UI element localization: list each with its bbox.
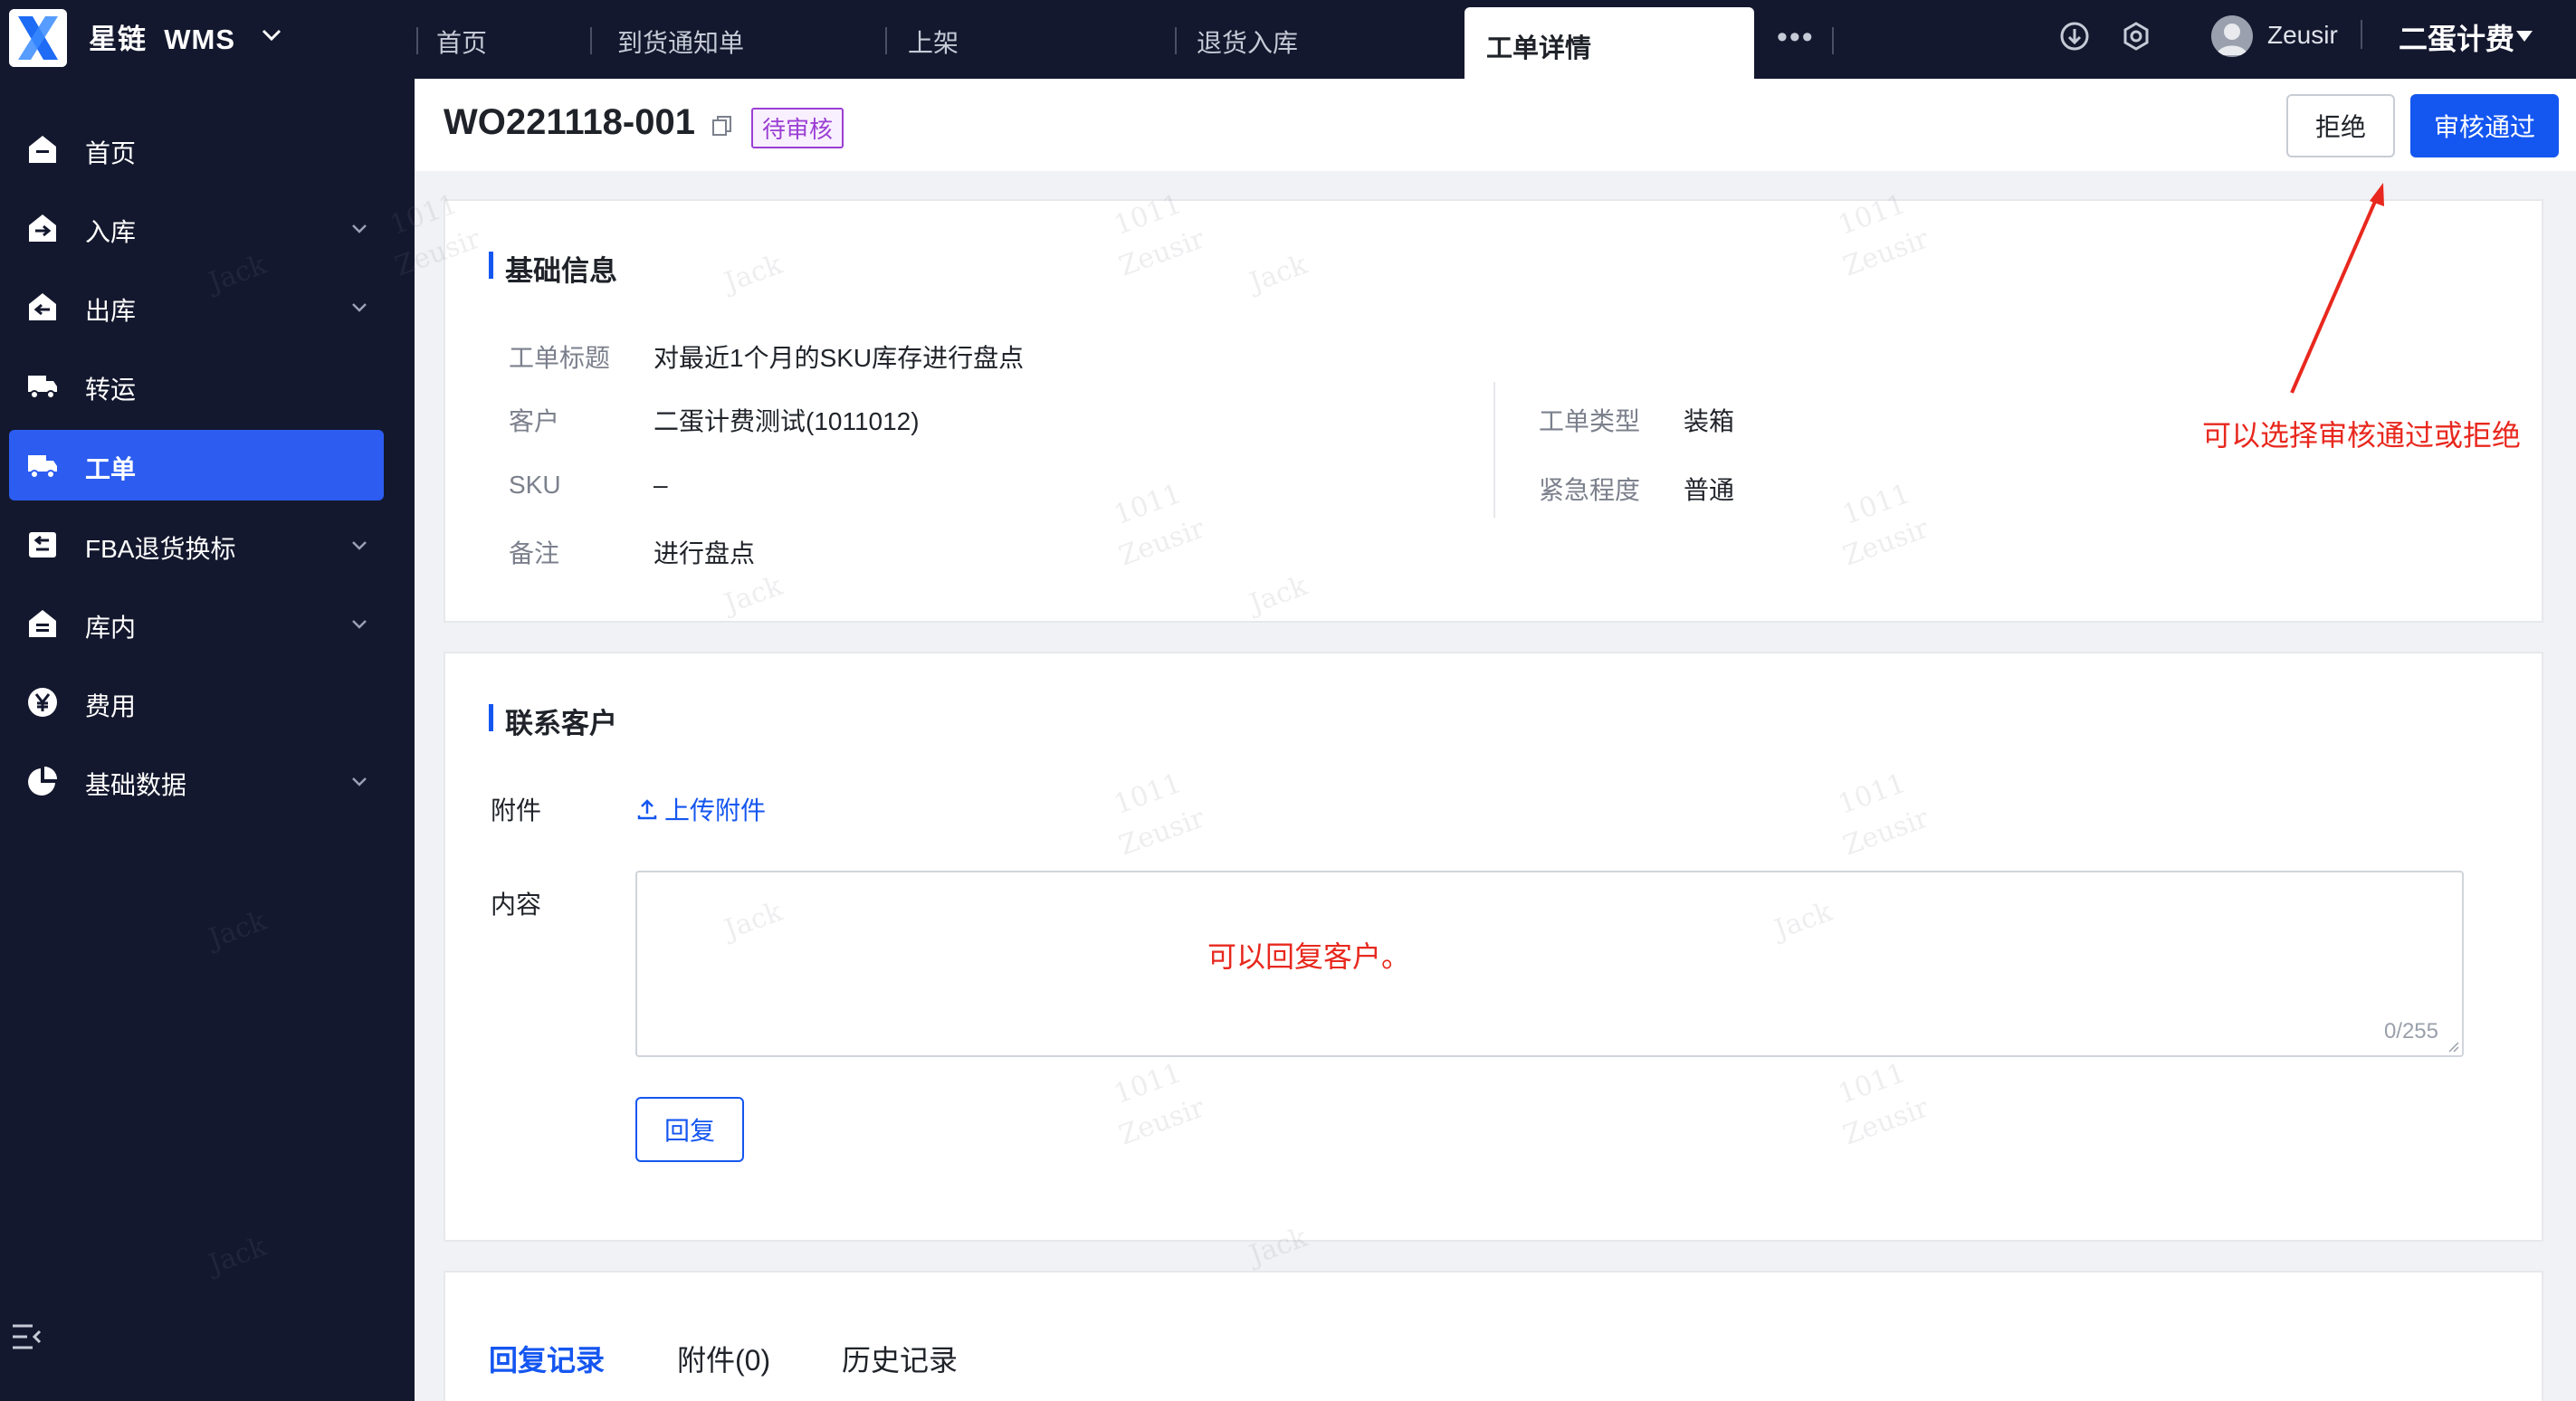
- more-tabs-button[interactable]: •••: [1777, 20, 1815, 55]
- field-value-subject: 对最近1个月的SKU库存进行盘点: [654, 344, 1025, 372]
- tab-work-order-detail-label: 工单详情: [1486, 34, 1592, 63]
- warehouse-icon: [29, 610, 56, 637]
- field-value-remark: 进行盘点: [654, 539, 756, 567]
- settings-icon[interactable]: [2120, 20, 2152, 52]
- work-order-number: WO221118-001: [444, 102, 695, 142]
- sidebar-item-work-order[interactable]: 工单: [9, 430, 384, 500]
- tab-reply-records[interactable]: 回复记录: [489, 1338, 605, 1379]
- reply-content-textarea[interactable]: 0/255: [635, 871, 2464, 1057]
- reject-button[interactable]: 拒绝: [2286, 94, 2395, 157]
- field-value-customer: 二蛋计费测试(1011012): [654, 407, 920, 435]
- tab-separator: [885, 27, 887, 54]
- tab-return-inbound[interactable]: 退货入库: [1197, 24, 1298, 60]
- sidebar-item-label: FBA退货换标: [85, 535, 236, 563]
- field-value-sku: –: [654, 471, 668, 499]
- sidebar-item-label: 基础数据: [85, 771, 187, 799]
- field-label-remark: 备注: [509, 539, 560, 567]
- section-title-basic-info: 基础信息: [489, 248, 617, 289]
- user-name[interactable]: Zeusir: [2267, 21, 2338, 50]
- tab-work-order-detail[interactable]: 工单详情: [1465, 7, 1754, 80]
- top-navigation-bar: 星链 WMS 首页 到货通知单 上架 退货入库 工单详情 ••• Zeusir …: [0, 0, 2576, 80]
- return-icon: [29, 532, 56, 558]
- field-label-sku: SKU: [509, 471, 561, 499]
- avatar[interactable]: [2211, 15, 2253, 57]
- sidebar-item-label: 库内: [85, 614, 137, 642]
- field-label-subject: 工单标题: [509, 344, 611, 372]
- sidebar-item-label: 出库: [85, 297, 137, 325]
- app-product: WMS: [164, 24, 235, 55]
- yen-icon: [28, 688, 57, 717]
- company-switcher[interactable]: 二蛋计费: [2399, 16, 2514, 58]
- sidebar: 首页 入库 出库 转运 工单 FBA退货换标 库内 费用 基础数据: [0, 79, 415, 1401]
- page-header: WO221118-001 待审核: [415, 79, 2576, 171]
- app-brand: 星链: [89, 24, 147, 55]
- basic-info-card: 基础信息 工单标题 对最近1个月的SKU库存进行盘点 客户 二蛋计费测试(101…: [444, 199, 2543, 623]
- annotation-reply-hint: 可以回复客户。: [1207, 940, 1411, 973]
- pie-chart-icon: [28, 767, 57, 796]
- tab-separator: [1832, 27, 1834, 54]
- annotation-approve-hint: 可以选择审核通过或拒绝: [2202, 419, 2522, 452]
- sidebar-item-label: 工单: [85, 455, 137, 483]
- truck-icon: [28, 376, 57, 399]
- sidebar-item-label: 费用: [85, 692, 137, 720]
- upload-attachment-label: 上传附件: [664, 796, 767, 824]
- chevron-down-icon: [352, 777, 367, 786]
- field-value-urgency: 普通: [1684, 476, 1735, 504]
- sidebar-item-in-warehouse[interactable]: 库内: [9, 588, 384, 659]
- chevron-down-icon: [352, 224, 367, 234]
- upload-icon: [637, 799, 657, 820]
- tab-home[interactable]: 首页: [436, 24, 487, 60]
- sidebar-item-transfer[interactable]: 转运: [9, 350, 384, 421]
- app-logo[interactable]: [9, 9, 67, 67]
- sidebar-item-fba-return[interactable]: FBA退货换标: [9, 510, 384, 580]
- chevron-down-icon: [352, 620, 367, 629]
- field-value-type: 装箱: [1684, 407, 1735, 435]
- download-icon[interactable]: [2058, 20, 2091, 52]
- tab-separator: [590, 27, 592, 54]
- reply-button[interactable]: 回复: [635, 1097, 744, 1162]
- sidebar-item-outbound[interactable]: 出库: [9, 272, 384, 342]
- sidebar-item-fees[interactable]: 费用: [9, 667, 384, 738]
- sidebar-item-home[interactable]: 首页: [9, 114, 384, 185]
- section-title-contact: 联系客户: [489, 700, 617, 741]
- tab-attachments[interactable]: 附件(0): [677, 1338, 770, 1379]
- tab-history[interactable]: 历史记录: [842, 1338, 958, 1379]
- sidebar-item-label: 首页: [85, 139, 137, 167]
- work-order-icon: [28, 455, 57, 479]
- sidebar-item-basic-data[interactable]: 基础数据: [9, 746, 384, 816]
- approve-button[interactable]: 审核通过: [2410, 94, 2559, 157]
- field-divider: [1493, 382, 1495, 518]
- character-counter: 0/255: [2383, 1019, 2438, 1044]
- tab-separator: [416, 27, 418, 54]
- chevron-down-icon: [352, 303, 367, 312]
- sidebar-item-inbound[interactable]: 入库: [9, 193, 384, 263]
- tab-arrival-notice[interactable]: 到货通知单: [617, 24, 744, 60]
- tab-separator: [1175, 27, 1177, 54]
- attachment-label: 附件: [491, 796, 542, 824]
- collapse-sidebar-icon[interactable]: [9, 1319, 45, 1355]
- tab-putaway[interactable]: 上架: [908, 24, 959, 60]
- status-badge: 待审核: [751, 108, 844, 148]
- resize-grip-icon[interactable]: [2447, 1041, 2460, 1053]
- upload-attachment-link[interactable]: 上传附件: [635, 791, 766, 827]
- field-label-customer: 客户: [509, 407, 560, 435]
- chevron-down-icon[interactable]: [259, 22, 284, 47]
- sidebar-item-label: 转运: [85, 376, 137, 404]
- copy-icon[interactable]: [710, 113, 735, 138]
- chevron-down-icon: [352, 541, 367, 550]
- field-label-type: 工单类型: [1539, 407, 1641, 435]
- records-card: [444, 1271, 2543, 1401]
- inbound-icon: [29, 214, 56, 242]
- user-separator: [2361, 20, 2362, 49]
- home-icon: [29, 136, 56, 163]
- app-name[interactable]: 星链 WMS: [89, 16, 235, 57]
- contact-customer-card: 联系客户 附件 上传附件 内容 0/255 回复: [444, 652, 2543, 1242]
- sidebar-item-label: 入库: [85, 218, 137, 246]
- outbound-icon: [29, 293, 56, 320]
- caret-down-icon[interactable]: [2516, 31, 2533, 42]
- field-label-urgency: 紧急程度: [1539, 476, 1641, 504]
- content-label: 内容: [491, 891, 542, 919]
